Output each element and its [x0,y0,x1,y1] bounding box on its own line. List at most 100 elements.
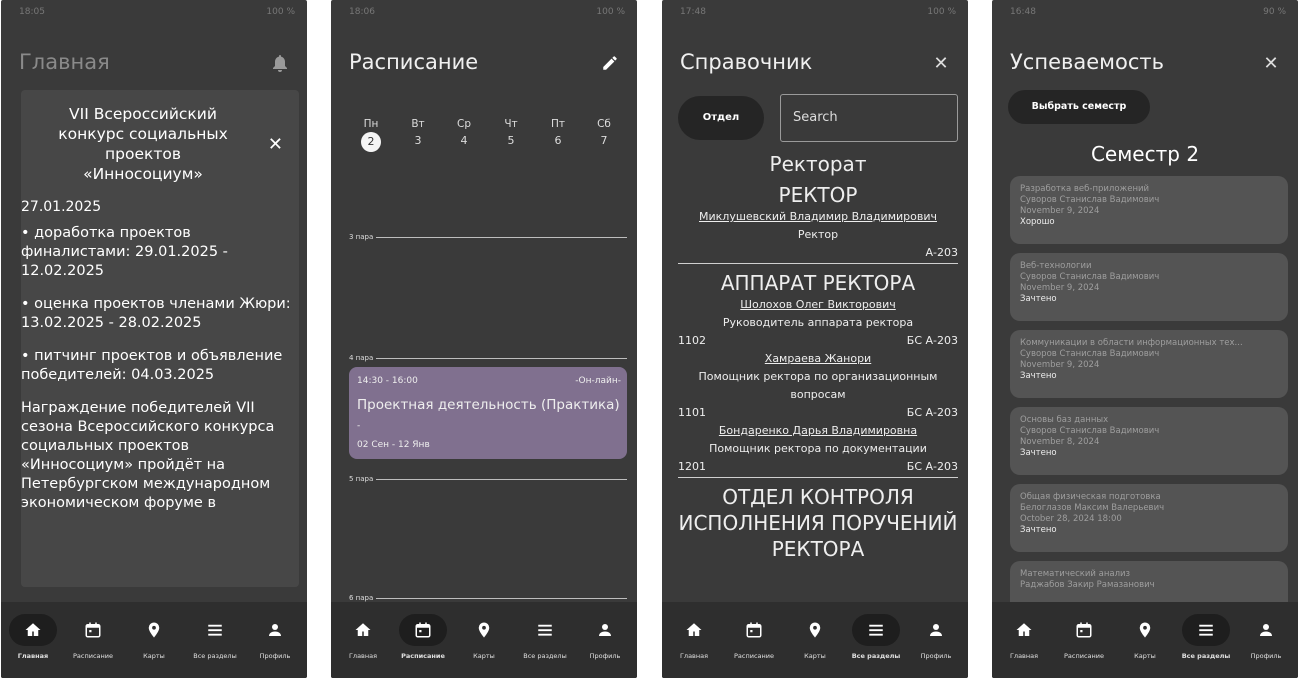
nav-item-home[interactable]: Главная [3,614,63,660]
nav-item-profile[interactable]: Профиль [245,614,305,660]
nav-item-sections[interactable]: Все разделы [515,614,575,660]
subject-teacher: Раджабов Закир Рамазанович [1020,580,1155,590]
day-saturday[interactable]: Сб 7 [589,118,619,147]
nav-item-home[interactable]: Главная [664,614,724,660]
bottom-nav: Главная Расписание Карты Все разделы Про… [662,602,968,678]
lesson-range: 02 Сен - 12 Янв [357,440,430,450]
map-pin-icon [1139,622,1151,638]
close-icon[interactable]: ✕ [930,52,952,74]
page-title: Расписание [349,50,479,74]
search-input[interactable]: Search [780,94,958,142]
pair-divider [349,598,627,599]
day-name: Пн [363,118,379,130]
nav-item-profile[interactable]: Профиль [575,614,635,660]
news-paragraph: • питчинг проектов и объявление победите… [21,348,283,383]
subject-card[interactable]: Разработка веб-приложений Суворов Станис… [1010,176,1288,244]
nav-label-schedule: Расписание [734,652,774,660]
nav-label-sections: Все разделы [851,652,901,660]
nav-item-schedule[interactable]: Расписание [724,614,784,660]
subject-card[interactable]: Веб-технологии Суворов Станислав Вадимов… [1010,253,1288,321]
person-room: А-203 [925,246,959,259]
person-name-link[interactable]: Миклушевский Владимир Владимирович [678,208,958,226]
pair-label: 3 пара [349,233,377,241]
department-button[interactable]: Отдел [678,96,764,140]
person-icon [1260,624,1272,636]
pair-label: 6 пара [349,594,377,602]
nav-item-schedule[interactable]: Расписание [63,614,123,660]
person-role: Руководитель аппарата ректора [722,316,914,329]
nav-item-sections[interactable]: Все разделы [1176,614,1236,660]
nav-item-profile[interactable]: Профиль [906,614,966,660]
nav-label-profile: Профиль [589,652,621,660]
person-role: Помощник ректора по организационным вопр… [698,370,938,401]
nav-item-schedule[interactable]: Расписание [1054,614,1114,660]
subject-date: November 9, 2024 [1020,283,1100,293]
status-battery: 100 % [596,7,625,17]
nav-item-maps[interactable]: Карты [785,614,845,660]
day-number: 3 [414,134,422,147]
nav-label-maps: Карты [143,652,165,660]
subject-grade: Зачтено [1020,294,1057,304]
nav-item-maps[interactable]: Карты [1115,614,1175,660]
close-icon[interactable]: ✕ [1260,52,1282,74]
person-name-link[interactable]: Хамраева Жанори [678,350,958,368]
day-name: Чт [504,118,518,130]
section-title: Ректорат [769,152,867,176]
status-battery: 100 % [927,7,956,17]
subject-teacher: Белоглазов Максим Валерьевич [1020,503,1165,513]
close-icon[interactable]: ✕ [268,134,283,155]
nav-item-sections[interactable]: Все разделы [185,614,245,660]
nav-item-sections[interactable]: Все разделы [846,614,906,660]
map-pin-icon [809,622,821,638]
day-number-selected: 2 [361,132,381,152]
day-thursday[interactable]: Чт 5 [496,118,526,147]
news-date: 27.01.2025 [21,199,102,215]
nav-item-home[interactable]: Главная [994,614,1054,660]
lesson-time: 14:30 - 16:00 [357,376,418,386]
nav-label-maps: Карты [804,652,826,660]
subject-grade: Хорошо [1020,217,1055,227]
news-title: VII Всероссийский конкурс социальных про… [58,105,228,183]
subject-date: November 9, 2024 [1020,206,1100,216]
day-monday[interactable]: Пн 2 [356,118,386,152]
lesson-mode: -Он-лайн- [575,376,621,386]
nav-item-maps[interactable]: Карты [124,614,184,660]
subject-card[interactable]: Основы баз данных Суворов Станислав Вади… [1010,407,1288,475]
day-number: 5 [507,134,515,147]
nav-item-profile[interactable]: Профиль [1236,614,1296,660]
section-heading: АППАРАТ РЕКТОРА [720,271,916,295]
nav-item-schedule[interactable]: Расписание [393,614,453,660]
pencil-icon[interactable] [599,52,621,74]
subject-date: November 9, 2024 [1020,360,1100,370]
person-name-link[interactable]: Шолохов Олег Викторович [678,296,958,314]
nav-label-home: Главная [17,652,49,660]
day-tuesday[interactable]: Вт 3 [403,118,433,147]
bell-icon[interactable] [269,52,291,74]
bottom-nav: Главная Расписание Карты Все разделы Про… [331,602,637,678]
subject-card[interactable]: Общая физическая подготовка Белоглазов М… [1010,484,1288,552]
status-time: 17:48 [680,7,706,17]
nav-item-maps[interactable]: Карты [454,614,514,660]
nav-label-maps: Карты [473,652,495,660]
nav-item-home[interactable]: Главная [333,614,393,660]
day-friday[interactable]: Пт 6 [543,118,573,147]
nav-label-home: Главная [1009,652,1039,660]
person-name-link[interactable]: Бондаренко Дарья Владимировна [678,422,958,440]
person-icon [599,624,611,636]
news-paragraph: • оценка проектов членами Жюри: 13.02.20… [21,296,291,331]
subject-card[interactable]: Коммуникации в области информационных те… [1010,330,1288,398]
lesson-card[interactable]: 14:30 - 16:00 -Он-лайн- Проектная деятел… [349,367,627,459]
nav-label-schedule: Расписание [401,652,445,660]
news-card: VII Всероссийский конкурс социальных про… [21,90,299,587]
status-time: 18:06 [349,7,375,17]
nav-label-profile: Профиль [920,652,952,660]
menu-icon [1199,624,1213,636]
choose-semester-button[interactable]: Выбрать семестр [1008,90,1150,124]
grades-screen: 16:48 90 % Успеваемость ✕ Выбрать семест… [992,0,1298,678]
menu-icon [208,624,222,636]
person-phone: 1101 [678,406,706,419]
day-wednesday[interactable]: Ср 4 [449,118,479,147]
subject-grade: Зачтено [1020,448,1057,458]
pair-divider [349,358,627,359]
status-time: 16:48 [1010,7,1036,17]
